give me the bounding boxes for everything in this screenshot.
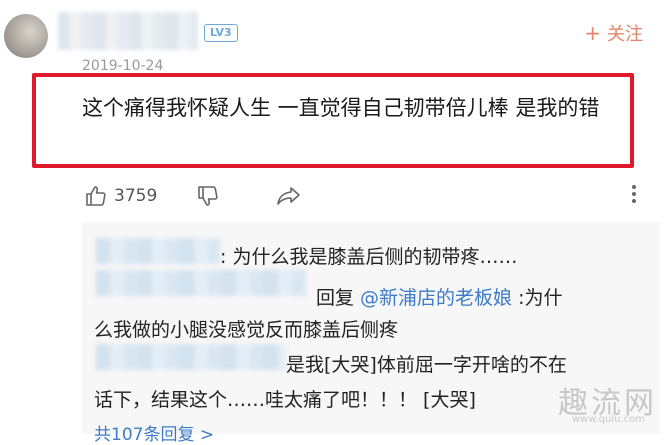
reply1-author-blurred[interactable] (96, 238, 220, 264)
reply2-text-continued: 么我做的小腿没感觉反而膝盖后侧疼 (94, 319, 399, 341)
thumbs-up-icon (84, 184, 108, 208)
reply1-text: : 为什么我是膝盖后侧的韧带疼…… (220, 246, 518, 268)
like-count: 3759 (114, 186, 158, 206)
more-replies-link[interactable]: 共107条回复 > (94, 420, 214, 445)
comment-actions: 3759 (80, 184, 650, 212)
share-arrow-icon (276, 184, 302, 208)
reply3-text: 是我[大哭]体前屈一字开啥的不在 (286, 354, 567, 376)
comment-text: 这个痛得我怀疑人生 一直觉得自己韧带倍儿棒 是我的错 (82, 96, 600, 120)
reply2-line: 回复 @新浦店的老板娘 :为什 (316, 283, 563, 310)
like-button[interactable]: 3759 (84, 184, 157, 208)
user-avatar[interactable] (4, 14, 48, 58)
reply3-text-continued: 话下，结果这个……哇太痛了吧！！！ [大哭] (94, 389, 476, 411)
level-badge: LV3 (204, 24, 238, 42)
reply2-prefix: 回复 (316, 287, 361, 309)
share-button[interactable] (276, 184, 302, 208)
reply2-text: :为什 (512, 287, 563, 309)
more-options-button[interactable] (631, 184, 637, 204)
watermark-url: www.qulu.com (571, 414, 645, 425)
plus-icon: + (584, 21, 601, 45)
reply2-author-blurred[interactable] (96, 270, 306, 296)
vertical-dots-icon (631, 184, 637, 204)
username-blurred[interactable] (58, 12, 198, 50)
comment-date: 2019-10-24 (82, 58, 164, 74)
follow-button[interactable]: + 关注 (584, 20, 643, 46)
thumbs-down-icon (196, 184, 220, 208)
follow-label: 关注 (607, 24, 643, 45)
reply3-author-blurred[interactable] (96, 344, 286, 370)
dislike-button[interactable] (196, 184, 220, 208)
reply2-mention-link[interactable]: @新浦店的老板娘 (360, 287, 512, 309)
